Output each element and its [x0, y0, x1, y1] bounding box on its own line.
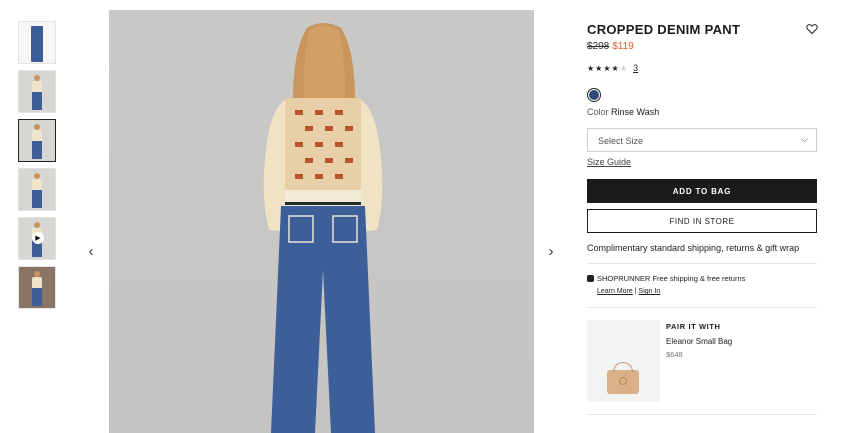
- pair-it-with-heading: PAIR IT WITH: [666, 322, 721, 331]
- bag-image: [607, 362, 639, 394]
- color-label: Color: [587, 107, 609, 117]
- pair-product-name[interactable]: Eleanor Small Bag: [666, 337, 732, 346]
- sale-price: $119: [612, 41, 634, 52]
- product-main-image: [109, 10, 534, 433]
- divider: [587, 414, 817, 415]
- thumbnail-model-2[interactable]: [18, 119, 56, 162]
- model-back-view-illustration: [263, 23, 383, 433]
- star-rating-icon: ★★★★★: [587, 64, 628, 73]
- pair-product-price: $648: [666, 350, 683, 359]
- price-block: $298 $119: [587, 41, 634, 52]
- chevron-right-icon[interactable]: ›: [544, 243, 558, 260]
- size-select[interactable]: Select Size ⌵: [587, 128, 817, 152]
- link-separator: |: [634, 288, 637, 295]
- thumbnail-model-3[interactable]: [18, 168, 56, 211]
- divider: [587, 263, 817, 264]
- shoprunner-text: SHOPRUNNER Free shipping & free returns: [597, 274, 746, 283]
- thumbnail-front[interactable]: [18, 21, 56, 64]
- shipping-note: Complimentary standard shipping, returns…: [587, 243, 800, 253]
- divider: [587, 307, 817, 308]
- color-value: Rinse Wash: [611, 107, 660, 117]
- play-icon[interactable]: ▶: [32, 232, 44, 244]
- original-price: $298: [587, 41, 610, 52]
- add-to-bag-button[interactable]: ADD TO BAG: [587, 179, 817, 203]
- pants-image: [31, 26, 43, 62]
- shoprunner-banner: SHOPRUNNER Free shipping & free returns: [587, 274, 745, 283]
- learn-more-link[interactable]: Learn More: [597, 288, 633, 295]
- thumbnail-video[interactable]: ▶: [18, 217, 56, 260]
- color-swatch[interactable]: [587, 88, 601, 102]
- chevron-down-icon: ⌵: [801, 134, 808, 144]
- size-placeholder: Select Size: [598, 136, 644, 146]
- chevron-left-icon[interactable]: ‹: [84, 243, 98, 260]
- find-in-store-button[interactable]: FIND IN STORE: [587, 209, 817, 233]
- shoprunner-icon: [587, 275, 594, 282]
- size-guide-link[interactable]: Size Guide: [587, 157, 631, 167]
- thumbnail-lifestyle[interactable]: [18, 266, 56, 309]
- shoprunner-links: Learn More | Sign In: [597, 288, 660, 295]
- thumbnail-model-1[interactable]: [18, 70, 56, 113]
- review-count[interactable]: 3: [633, 63, 638, 73]
- thumbnail-list: ▶: [18, 21, 56, 315]
- product-title: CROPPED DENIM PANT: [587, 22, 741, 37]
- heart-icon[interactable]: [806, 23, 818, 35]
- pair-product-image[interactable]: [587, 320, 660, 402]
- color-selection: Color Rinse Wash: [587, 107, 659, 117]
- sign-in-link[interactable]: Sign In: [639, 288, 661, 295]
- rating[interactable]: ★★★★★ 3: [587, 63, 638, 73]
